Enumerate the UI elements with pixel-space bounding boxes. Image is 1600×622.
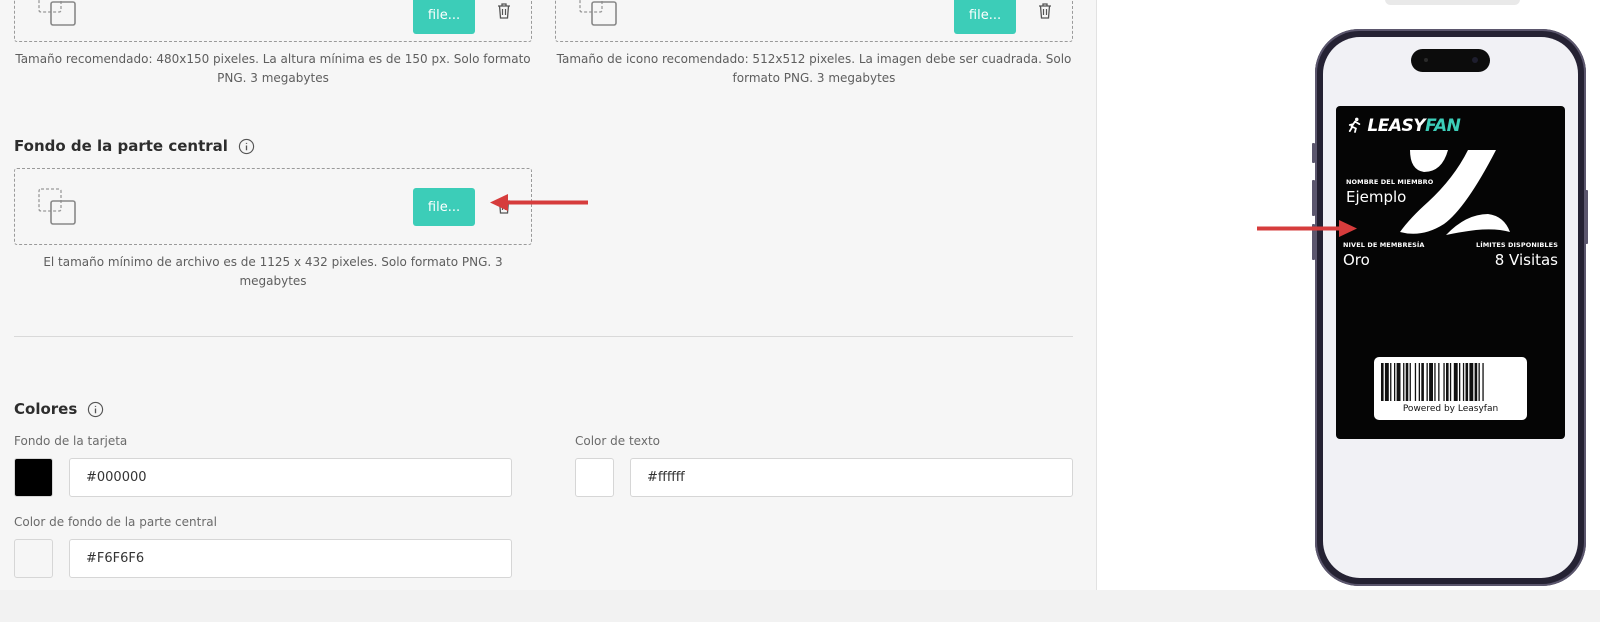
limits-label: LÍMITES DISPONIBLES	[1475, 241, 1558, 249]
card-bg-input[interactable]	[69, 458, 512, 497]
trash-icon[interactable]	[1038, 3, 1052, 19]
barcode-bar	[1482, 363, 1484, 401]
image-placeholder-icon	[579, 0, 617, 26]
image-placeholder-icon	[38, 0, 76, 26]
barcode-bar	[1390, 363, 1392, 401]
brand-logo: LEASYFAN	[1348, 116, 1461, 136]
colors-title: Colores	[14, 400, 104, 418]
barcode-bar	[1478, 363, 1480, 401]
central-bg-swatch[interactable]	[14, 539, 53, 578]
barcode-bar	[1434, 363, 1436, 401]
barcode-caption: Powered by Leasyfan	[1402, 404, 1499, 414]
icon-upload-box: file...	[555, 0, 1073, 42]
barcode-bar	[1396, 363, 1401, 401]
info-icon[interactable]	[87, 401, 104, 418]
central-background-upload-box: file...	[14, 168, 532, 245]
dynamic-island	[1411, 49, 1490, 72]
barcode-bar	[1429, 363, 1433, 401]
icon-file-button[interactable]: file...	[954, 0, 1016, 34]
settings-form: file... Tamaño recomendado: 480x150 pixe…	[0, 0, 1096, 590]
logo-file-button[interactable]: file...	[413, 0, 475, 34]
member-name-value: Ejemplo	[1346, 188, 1407, 206]
level-label: NIVEL DE MEMBRESÍA	[1343, 241, 1425, 249]
central-background-file-button[interactable]: file...	[413, 188, 475, 226]
text-color-input[interactable]	[630, 458, 1073, 497]
page-bottom	[0, 590, 1600, 622]
info-icon[interactable]	[238, 138, 255, 155]
central-bg-color-label: Color de fondo de la parte central	[14, 515, 217, 529]
limits-value: 8 Visitas	[1494, 251, 1558, 269]
icon-upload-hint: Tamaño de icono recomendado: 512x512 pix…	[556, 52, 1072, 85]
barcode-bar	[1449, 363, 1452, 401]
barcode-bar	[1414, 363, 1417, 401]
barcode-bar	[1403, 363, 1405, 401]
barcode-box: Powered by Leasyfan	[1374, 357, 1527, 420]
barcode-icon	[1381, 363, 1484, 401]
barcode-bar	[1465, 363, 1469, 401]
central-bg-input[interactable]	[69, 539, 512, 578]
colors-title-text: Colores	[14, 400, 78, 418]
annotation-arrow-right	[1257, 220, 1357, 237]
trash-icon[interactable]	[497, 3, 511, 19]
logo-upload-box: file...	[14, 0, 532, 42]
barcode-bar	[1421, 363, 1424, 401]
barcode-bar	[1453, 363, 1458, 401]
barcode-bar	[1459, 363, 1461, 401]
barcode-bar	[1443, 363, 1445, 401]
barcode-bar	[1394, 363, 1396, 401]
runner-icon	[1348, 117, 1361, 133]
central-background-hint: El tamaño mínimo de archivo es de 1125 x…	[43, 255, 503, 288]
barcode-bar	[1426, 363, 1428, 401]
logo-upload-hint: Tamaño recomendado: 480x150 pixeles. La …	[15, 52, 531, 85]
member-name-label: NOMBRE DEL MIEMBRO	[1346, 178, 1434, 186]
barcode-bar	[1469, 363, 1474, 401]
barcode-bar	[1381, 363, 1384, 401]
central-background-title: Fondo de la parte central	[14, 137, 255, 155]
brand-name-right: FAN	[1425, 116, 1461, 136]
barcode-bar	[1474, 363, 1478, 401]
card-bg-label: Fondo de la tarjeta	[14, 434, 128, 448]
level-value: Oro	[1343, 251, 1370, 269]
barcode-bar	[1438, 363, 1440, 401]
brand-name-left: LEASY	[1367, 116, 1426, 136]
card-bg-swatch[interactable]	[14, 458, 53, 497]
central-background-title-text: Fondo de la parte central	[14, 137, 228, 155]
barcode-bar	[1405, 363, 1409, 401]
text-color-swatch[interactable]	[575, 458, 614, 497]
barcode-bar	[1446, 363, 1449, 401]
annotation-arrow-left	[490, 194, 588, 211]
barcode-bar	[1418, 363, 1420, 401]
barcode-bar	[1384, 363, 1389, 401]
text-color-label: Color de texto	[575, 434, 660, 448]
membership-card-preview: LEASYFAN NOMBRE DEL MIEMBRO Ejemplo NIVE…	[1336, 106, 1565, 439]
section-divider	[14, 336, 1073, 337]
barcode-bar	[1409, 363, 1411, 401]
barcode-bar	[1462, 363, 1465, 401]
preview-toggle[interactable]	[1385, 0, 1520, 5]
image-placeholder-icon	[38, 188, 76, 225]
